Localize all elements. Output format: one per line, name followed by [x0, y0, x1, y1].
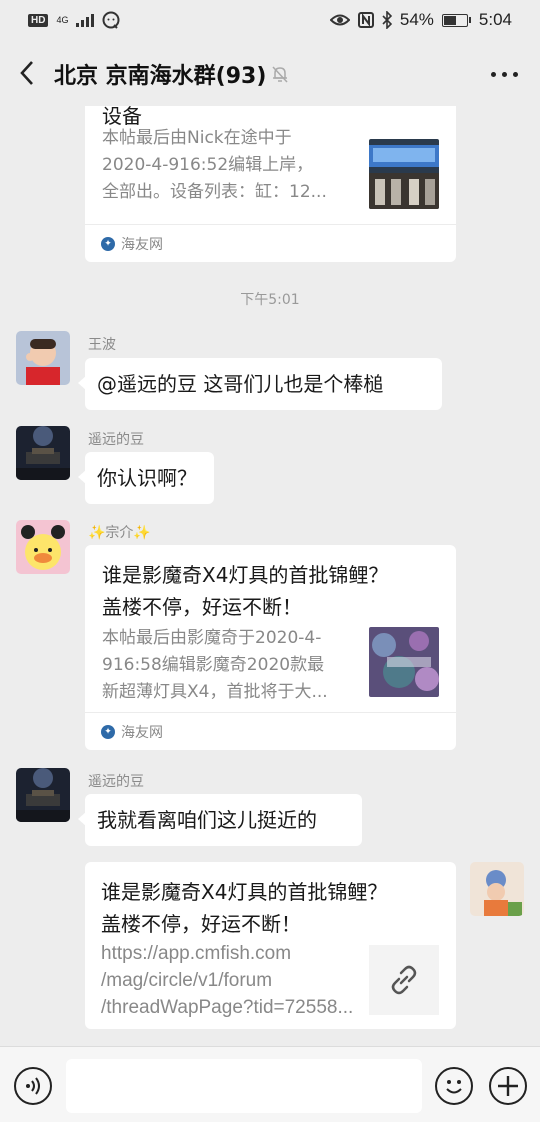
card-source-label: 海友网	[121, 236, 163, 253]
nfc-icon	[357, 12, 374, 28]
card-desc-line: 本帖最后由Nick在途中于	[102, 128, 292, 148]
status-left: HD 4G	[28, 11, 120, 29]
link-thumbnail	[369, 945, 439, 1015]
link-icon	[391, 965, 417, 995]
avatar[interactable]	[16, 768, 70, 822]
card-title-line: 谁是影魔奇X4灯具的首批锦鲤？	[102, 563, 389, 587]
source-logo-icon: ✦	[101, 724, 115, 739]
source-logo-icon: ✦	[101, 236, 115, 251]
card-desc-line: 本帖最后由影魔奇于2020-4-	[102, 628, 322, 648]
sender-name: ✨宗介✨	[88, 525, 151, 541]
card-desc-line: 全部出。设备列表：缸：12...	[102, 182, 327, 202]
card-source-label: 海友网	[121, 724, 163, 741]
link-card[interactable]: 谁是影魔奇X4灯具的首批锦鲤？ 盖楼不停，好运不断！ https://app.c…	[85, 862, 456, 1029]
battery-percent: 54%	[399, 10, 434, 29]
status-bar: HD 4G 54% 5:04	[0, 0, 540, 40]
card-desc-line: 2020-4-916:52编辑上岸，	[102, 155, 314, 175]
chat-title: 北京 京南海水群(93)	[54, 64, 267, 89]
card-link-line: /mag/circle/v1/forum	[101, 970, 273, 991]
card-title-line: 盖楼不停，好运不断！	[102, 595, 302, 619]
bluetooth-icon	[382, 11, 392, 29]
card-link-line: /threadWapPage?tid=72558...	[101, 997, 354, 1018]
card-desc-line: 916:58编辑影魔奇2020款最	[102, 655, 325, 675]
card-link-line: https://app.cmfish.com	[101, 943, 292, 964]
plus-icon[interactable]	[489, 1067, 527, 1105]
avatar[interactable]	[16, 520, 70, 574]
chat-header: 北京 京南海水群(93)	[0, 40, 540, 106]
battery-icon	[441, 13, 471, 27]
network-type: 4G	[56, 14, 69, 25]
signal-icon	[76, 13, 95, 27]
back-arrow-icon[interactable]	[16, 58, 40, 88]
hd-indicator: HD	[28, 13, 49, 27]
status-right: 54% 5:04	[329, 10, 512, 30]
sender-name: 遥远的豆	[88, 774, 144, 790]
chat-notification-icon	[102, 11, 120, 29]
mute-bell-icon	[272, 66, 288, 83]
eye-comfort-icon	[329, 14, 350, 26]
message-bubble[interactable]: @遥远的豆 这哥们儿也是个棒槌	[78, 358, 442, 410]
link-card[interactable]: 谁是影魔奇X4灯具的首批锦鲤？ 盖楼不停，好运不断！ 本帖最后由影魔奇于2020…	[85, 545, 456, 750]
card-source: ✦ 海友网	[85, 224, 456, 262]
chat-area[interactable]: 设备 本帖最后由Nick在途中于 2020-4-916:52编辑上岸， 全部出。…	[0, 106, 540, 1046]
sender-name: 遥远的豆	[88, 432, 144, 448]
sender-name: 王波	[88, 337, 116, 353]
more-icon[interactable]	[491, 72, 518, 77]
card-desc-line: 新超薄灯具X4，首批将于大...	[102, 682, 328, 702]
emoji-icon[interactable]	[435, 1067, 473, 1105]
avatar[interactable]	[470, 862, 524, 916]
card-thumbnail	[369, 627, 439, 697]
card-title-line: 盖楼不停，好运不断！	[101, 912, 301, 936]
clock: 5:04	[478, 10, 512, 29]
message-bubble[interactable]: 你认识啊？	[78, 452, 214, 504]
card-title-line: 谁是影魔奇X4灯具的首批锦鲤？	[101, 880, 388, 904]
message-input[interactable]	[66, 1059, 422, 1113]
link-card[interactable]: 设备 本帖最后由Nick在途中于 2020-4-916:52编辑上岸， 全部出。…	[85, 106, 456, 262]
card-source: ✦ 海友网	[85, 712, 456, 750]
input-bar	[0, 1046, 540, 1122]
avatar[interactable]	[16, 426, 70, 480]
card-thumbnail	[369, 139, 439, 209]
message-bubble[interactable]: 我就看离咱们这儿挺近的	[78, 794, 362, 846]
voice-icon[interactable]	[14, 1067, 52, 1105]
avatar[interactable]	[16, 331, 70, 385]
time-divider: 下午5:01	[240, 292, 300, 308]
